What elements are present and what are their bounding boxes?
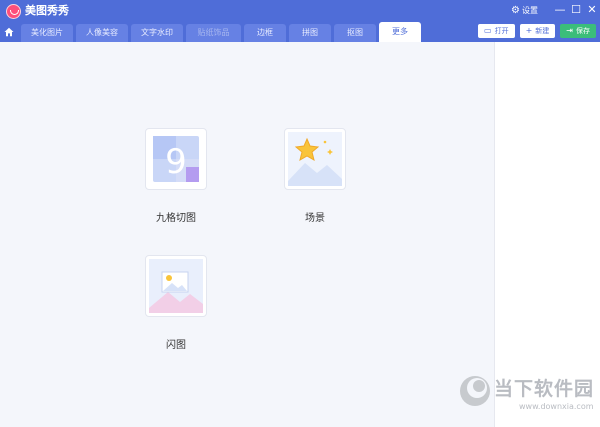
open-button[interactable]: ▭ 打开 — [478, 24, 515, 38]
monitor-icon: ▭ — [484, 26, 492, 35]
tab-more[interactable]: 更多 — [379, 22, 421, 42]
settings-button[interactable]: ⚙ 设置 — [511, 5, 538, 16]
window-controls: ⚙ 设置 — ☐ ✕ — [511, 2, 600, 18]
watermark-url: www.downxia.com — [519, 402, 594, 411]
app-title: 美图秀秀 — [25, 4, 69, 17]
save-icon: ⇥ — [566, 26, 573, 35]
scene-card[interactable] — [284, 128, 346, 190]
save-label: 保存 — [576, 27, 590, 35]
main-tabs: 美化图片 人像美容 文字水印 贴纸饰品 边框 拼图 抠图 更多 — [0, 22, 421, 42]
right-panel — [494, 42, 600, 427]
flash-image-tool[interactable]: 闪图 — [145, 255, 207, 351]
save-button[interactable]: ⇥ 保存 — [560, 24, 596, 38]
minimize-button[interactable]: — — [552, 2, 568, 18]
tab-beautify[interactable]: 美化图片 — [21, 24, 73, 42]
tab-portrait[interactable]: 人像美容 — [76, 24, 128, 42]
nine-grid-tool[interactable]: 9 九格切图 — [145, 128, 207, 224]
watermark-logo-icon — [460, 376, 490, 406]
settings-label: 设置 — [522, 5, 538, 15]
plus-icon: + — [525, 26, 533, 35]
flash-image-label: 闪图 — [166, 340, 186, 351]
open-label: 打开 — [494, 27, 509, 35]
flash-image-icon — [149, 259, 203, 313]
nine-grid-label: 九格切图 — [156, 213, 196, 224]
flash-image-card[interactable] — [145, 255, 207, 317]
nine-grid-card[interactable]: 9 — [145, 128, 207, 190]
close-button[interactable]: ✕ — [584, 2, 600, 18]
app-logo-icon — [6, 4, 21, 19]
scene-icon — [288, 132, 342, 186]
new-label: 新建 — [535, 27, 550, 35]
tab-collage[interactable]: 拼图 — [289, 24, 331, 42]
scene-tool[interactable]: 场景 — [284, 128, 346, 224]
tab-cutout[interactable]: 抠图 — [334, 24, 376, 42]
watermark: 当下软件园 www.downxia.com — [458, 372, 598, 424]
home-button[interactable] — [0, 22, 18, 42]
top-bar: 美图秀秀 ⚙ 设置 — ☐ ✕ 美化图片 人像美容 文字水印 贴纸饰品 边框 拼… — [0, 0, 600, 42]
new-button[interactable]: + 新建 — [519, 24, 556, 38]
file-toolbar: ▭ 打开 + 新建 ⇥ 保存 — [473, 24, 596, 38]
maximize-button[interactable]: ☐ — [568, 2, 584, 18]
tools-panel: 9 九格切图 场景 闪图 — [0, 42, 494, 427]
nine-grid-number: 9 — [165, 142, 187, 182]
scene-label: 场景 — [305, 213, 325, 224]
home-icon — [4, 27, 14, 37]
watermark-text: 当下软件园 — [494, 378, 595, 400]
gear-icon: ⚙ — [511, 4, 520, 16]
tab-stickers[interactable]: 贴纸饰品 — [186, 24, 241, 42]
tab-frame[interactable]: 边框 — [244, 24, 286, 42]
nine-grid-icon: 9 — [153, 136, 199, 182]
tab-text-watermark[interactable]: 文字水印 — [131, 24, 183, 42]
